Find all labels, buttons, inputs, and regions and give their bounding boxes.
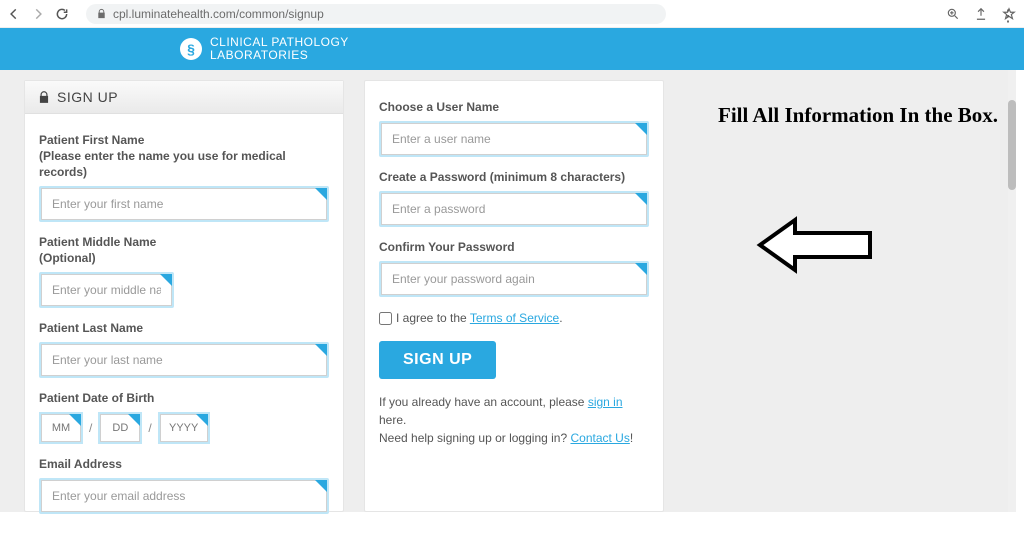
annotation-text: Fill All Information In the Box. <box>718 102 1008 128</box>
terms-link[interactable]: Terms of Service <box>470 311 559 325</box>
browser-toolbar: cpl.luminatehealth.com/common/signup <box>0 0 1024 28</box>
url-bar[interactable]: cpl.luminatehealth.com/common/signup <box>86 4 666 24</box>
first-name-input[interactable] <box>41 188 327 220</box>
signin-link[interactable]: sign in <box>588 395 623 409</box>
card-header: SIGN UP <box>25 81 343 114</box>
lock-icon <box>37 90 51 104</box>
middle-name-label: Patient Middle Name(Optional) <box>39 234 329 266</box>
username-label: Choose a User Name <box>379 99 649 115</box>
middle-name-input[interactable] <box>41 274 172 306</box>
terms-row: I agree to the Terms of Service. <box>379 311 649 325</box>
last-name-input[interactable] <box>41 344 327 376</box>
email-label: Email Address <box>39 456 329 472</box>
reload-button[interactable] <box>54 6 70 22</box>
terms-checkbox[interactable] <box>379 312 392 325</box>
lock-icon <box>96 8 107 19</box>
signup-button[interactable]: SIGN UP <box>379 341 496 379</box>
terms-text: I agree to the Terms of Service. <box>396 311 563 325</box>
card-title: SIGN UP <box>57 89 118 105</box>
last-name-label: Patient Last Name <box>39 320 329 336</box>
dob-label: Patient Date of Birth <box>39 390 329 406</box>
confirm-password-input[interactable] <box>381 263 647 295</box>
brand-logo-icon: § <box>180 38 202 60</box>
email-input[interactable] <box>41 480 327 512</box>
help-text: If you already have an account, please s… <box>379 393 649 447</box>
signup-card-right: Choose a User Name Create a Password (mi… <box>364 80 664 512</box>
menu-dots-icon[interactable]: ⋮ <box>1000 6 1016 26</box>
password-input[interactable] <box>381 193 647 225</box>
forward-button[interactable] <box>30 6 46 22</box>
dob-sep: / <box>148 421 151 435</box>
password-label: Create a Password (minimum 8 characters) <box>379 169 649 185</box>
username-input[interactable] <box>381 123 647 155</box>
signup-card-left: SIGN UP Patient First Name(Please enter … <box>24 80 344 512</box>
brand-text: CLINICAL PATHOLOGY LABORATORIES <box>210 36 349 62</box>
contact-link[interactable]: Contact Us <box>570 431 629 445</box>
first-name-label: Patient First Name(Please enter the name… <box>39 132 329 180</box>
dob-sep: / <box>89 421 92 435</box>
url-text: cpl.luminatehealth.com/common/signup <box>113 7 324 21</box>
back-button[interactable] <box>6 6 22 22</box>
confirm-password-label: Confirm Your Password <box>379 239 649 255</box>
zoom-icon[interactable] <box>946 7 960 21</box>
page-body: SIGN UP Patient First Name(Please enter … <box>0 70 1016 512</box>
brand-bar: § CLINICAL PATHOLOGY LABORATORIES <box>0 28 1024 70</box>
dob-row: / / <box>39 412 329 444</box>
share-icon[interactable] <box>974 7 988 21</box>
annotation-arrow-icon <box>755 215 875 275</box>
scrollbar-thumb[interactable] <box>1008 100 1016 190</box>
